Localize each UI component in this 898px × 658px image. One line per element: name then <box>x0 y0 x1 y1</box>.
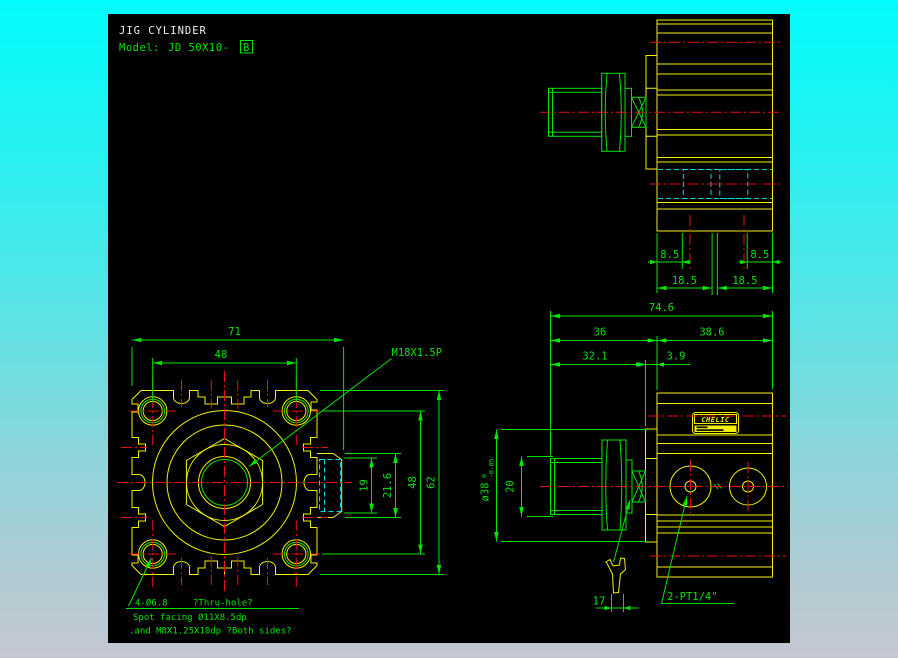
hidden-thread-tab <box>319 459 341 512</box>
cad-viewport[interactable]: JIG CYLINDER Model: JD 50X10- B 8.5 8.5 … <box>108 14 790 643</box>
boss-side-view <box>645 428 658 543</box>
dim-width-total: 71 <box>228 326 241 338</box>
front-view: 71 48 M18X1.5P 19 21.6 48 62 4-Ø6.8 ?Thr… <box>117 326 444 637</box>
cad-desktop-background: JIG CYLINDER Model: JD 50X10- B 8.5 8.5 … <box>0 0 898 658</box>
dim-port-edge-right: 8.5 <box>750 249 769 261</box>
dim-port-edge-left: 8.5 <box>660 249 679 261</box>
dim-slot-outer: 21.6 <box>382 473 394 498</box>
dim-rod-extend: 32.1 <box>582 351 607 363</box>
port-label: 2-PT1/4" <box>667 591 718 603</box>
port-leader <box>661 495 688 604</box>
dim-rod-dia: 20 <box>505 480 517 493</box>
dim-height: 62 <box>426 476 438 489</box>
side-view: CHELIC 74.6 36 38.6 32.1 3.9 20 ø38 0 -0… <box>480 302 788 612</box>
wrench-icon <box>605 557 627 594</box>
dim-port-pitch-right: 18.5 <box>732 275 757 287</box>
thread-label: M18X1.5P <box>392 347 443 359</box>
dim-overall: 74.6 <box>649 302 674 314</box>
dim-slot-inner: 19 <box>359 479 371 492</box>
title-block: JIG CYLINDER Model: JD 50X10- B <box>119 25 253 54</box>
dim-wrench-flats: 17 <box>593 596 606 608</box>
boss-dia: ø38 <box>480 483 492 502</box>
model-variant: B <box>243 42 250 54</box>
note-thread: .and M8X1.25X10dp ?Both sides? <box>129 627 292 637</box>
side-tab <box>317 453 343 518</box>
note-hole-suffix: ?Thru-hole? <box>193 599 253 609</box>
dim-port-pitch-left: 18.5 <box>672 275 697 287</box>
dim-boss-depth: 3.9 <box>667 351 686 363</box>
drawing-svg: JIG CYLINDER Model: JD 50X10- B 8.5 8.5 … <box>117 19 788 637</box>
dim-front: 36 <box>594 327 607 339</box>
model-code: JD 50X10- <box>168 42 229 54</box>
top-view: 8.5 8.5 18.5 18.5 <box>540 19 782 295</box>
side-view-centerlines <box>540 415 788 557</box>
note-hole: 4-Ø6.8 <box>135 598 168 609</box>
front-view-dimensions: 71 48 M18X1.5P 19 21.6 48 62 <box>131 326 444 575</box>
dim-body-depth: 38.6 <box>699 327 724 339</box>
dim-bolt-pitch-h: 48 <box>215 349 228 361</box>
wrench-leader <box>613 499 631 563</box>
drawing-title: JIG CYLINDER <box>119 25 207 37</box>
note-spotface: Spot facing Ø11X8.5dp <box>133 612 247 623</box>
top-view-dimensions: 8.5 8.5 18.5 18.5 <box>648 233 781 295</box>
dim-bolt-pitch-v: 48 <box>407 476 419 489</box>
boss-tol-lower: -0.05 <box>488 458 496 478</box>
model-label: Model: <box>119 42 160 54</box>
machining-notes: 4-Ø6.8 ?Thru-hole? Spot facing Ø11X8.5dp… <box>126 557 299 637</box>
top-view-body-lines <box>645 23 773 210</box>
sticker-brand-text: CHELIC <box>701 416 730 424</box>
thread-leader <box>248 358 392 467</box>
